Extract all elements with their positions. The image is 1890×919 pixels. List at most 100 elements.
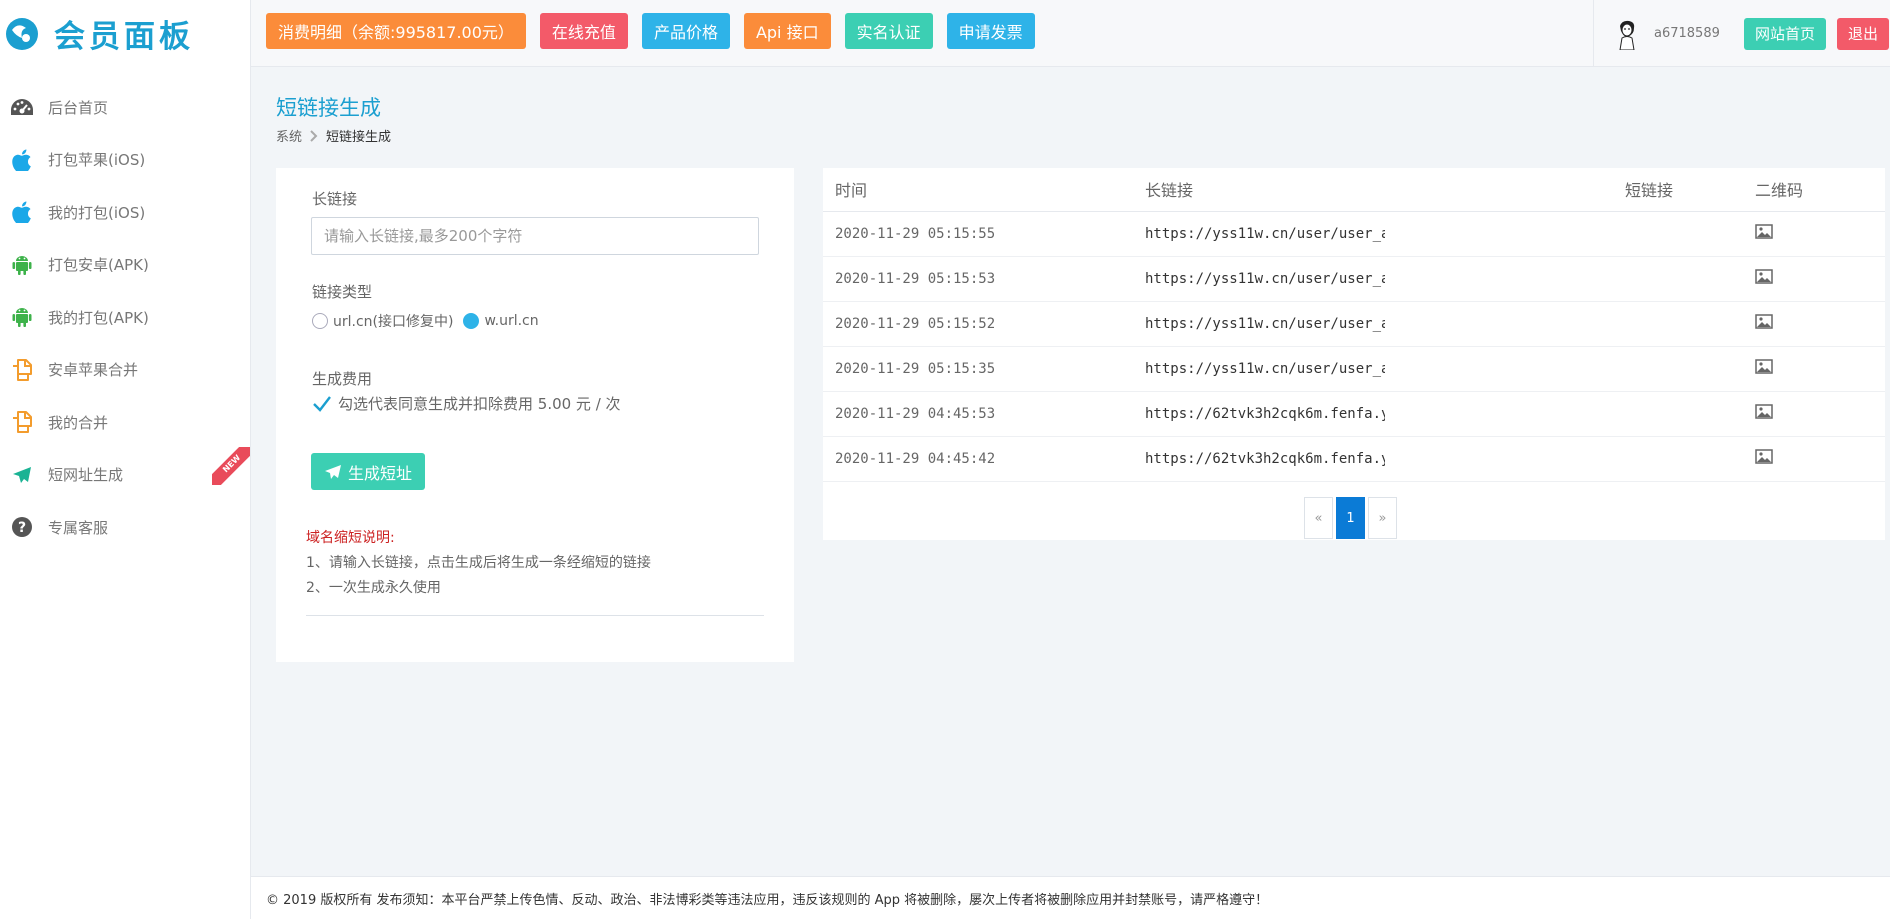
pagination: « 1 » (1304, 497, 1397, 539)
consumption-details-button[interactable]: 消费明细（余额:995817.00元） (266, 13, 526, 49)
short-link-table: 时间 长链接 短链接 二维码 2020-11-29 05:15:55 https:… (823, 168, 1885, 482)
footer: © 2019 版权所有 发布须知：本平台严禁上传色情、反动、政治、非法博彩类等违… (251, 876, 1890, 919)
dashboard-icon (10, 95, 34, 119)
image-icon[interactable] (1755, 404, 1773, 419)
plane-icon (10, 463, 34, 487)
page-title: 短链接生成 (276, 96, 381, 120)
apple-icon (10, 148, 34, 172)
link-type-option-label: w.url.cn (484, 313, 539, 329)
sidebar-item-label: 安卓苹果合并 (48, 361, 139, 380)
sidebar-item-label: 我的打包(iOS) (48, 203, 146, 222)
sidebar-item-short-url[interactable]: 短网址生成 NEW (0, 446, 250, 502)
sidebar-item-my-package-ios[interactable]: 我的打包(iOS) (0, 186, 250, 239)
table-row: 2020-11-29 04:45:53 https://62tvk3h2cqk6m… (823, 391, 1885, 437)
fee-text: 勾选代表同意生成并扣除费用 5.00 元 / 次 (338, 395, 621, 413)
sidebar-item-support[interactable]: ? 专属客服 (0, 501, 250, 554)
cell-qrcode (1755, 256, 1885, 302)
image-icon[interactable] (1755, 314, 1773, 329)
sidebar-item-label: 打包安卓(APK) (48, 256, 149, 275)
long-link-text: https://yss11w.cn/user/user_app (1145, 315, 1385, 332)
product-price-button[interactable]: 产品价格 (641, 13, 730, 49)
topbar-buttons: 消费明细（余额:995817.00元） 在线充值 产品价格 Api 接口 实名认… (266, 13, 1049, 49)
new-badge: NEW (212, 446, 250, 485)
instructions: 域名缩短说明: 1、请输入长链接，点击生成后将生成一条经缩短的链接 2、一次生成… (306, 526, 651, 601)
cell-time: 2020-11-29 05:15:52 (823, 301, 1145, 347)
cell-qrcode (1755, 211, 1885, 257)
cell-short-link (1625, 346, 1755, 392)
breadcrumb-item-system[interactable]: 系统 (276, 126, 302, 145)
brand[interactable]: 会员面板 (0, 0, 250, 67)
image-icon[interactable] (1755, 359, 1773, 374)
sidebar-item-my-package-apk[interactable]: 我的打包(APK) (0, 291, 250, 344)
sidebar: 会员面板 后台首页 打包苹果(iOS) 我的打包(iOS) 打包安卓(APK) (0, 0, 251, 919)
pagination-prev[interactable]: « (1304, 497, 1333, 539)
cell-time: 2020-11-29 05:15:55 (823, 211, 1145, 257)
long-link-text: https://62tvk3h2cqk6m.fenfa.ysss (1145, 405, 1385, 422)
cell-long-link[interactable]: https://62tvk3h2cqk6m.fenfa.ysss (1145, 436, 1625, 482)
sidebar-item-package-apk[interactable]: 打包安卓(APK) (0, 239, 250, 292)
sidebar-item-label: 短网址生成 (48, 466, 124, 485)
cell-short-link (1625, 391, 1755, 437)
question-icon: ? (10, 515, 34, 539)
generate-short-url-button[interactable]: 生成短址 (311, 453, 425, 490)
short-link-table-card: 时间 长链接 短链接 二维码 2020-11-29 05:15:55 https:… (823, 168, 1885, 540)
cell-long-link[interactable]: https://yss11w.cn/user/user_app (1145, 346, 1625, 392)
sidebar-item-label: 专属客服 (48, 518, 109, 537)
pagination-next[interactable]: » (1368, 497, 1397, 539)
android-icon (10, 305, 34, 329)
avatar[interactable] (1614, 17, 1640, 50)
link-type-label: 链接类型 (312, 283, 373, 301)
table-header-row: 时间 长链接 短链接 二维码 (823, 168, 1885, 212)
table-body: 2020-11-29 05:15:55 https://yss11w.cn/use… (823, 211, 1885, 482)
sidebar-item-dashboard[interactable]: 后台首页 (0, 81, 250, 134)
sidebar-item-package-ios[interactable]: 打包苹果(iOS) (0, 134, 250, 187)
cell-qrcode (1755, 346, 1885, 392)
checkmark-icon[interactable] (312, 395, 332, 413)
link-type-option-label: url.cn(接口修复中) (333, 314, 454, 330)
link-type-radio-url-cn[interactable] (312, 313, 328, 329)
cell-qrcode (1755, 436, 1885, 482)
paper-plane-icon (324, 464, 341, 479)
cell-long-link[interactable]: https://yss11w.cn/user/user_app (1145, 256, 1625, 302)
api-button[interactable]: Api 接口 (743, 13, 831, 49)
copy-icon (10, 358, 34, 382)
sidebar-item-merge[interactable]: 安卓苹果合并 (0, 344, 250, 397)
cell-long-link[interactable]: https://yss11w.cn/user/user_app (1145, 211, 1625, 257)
breadcrumb-item-current: 短链接生成 (326, 130, 392, 145)
apple-icon (10, 200, 34, 224)
brand-name: 会员面板 (54, 19, 194, 55)
sidebar-item-my-merge[interactable]: 我的合并 (0, 396, 250, 449)
svg-text:?: ? (18, 520, 26, 536)
cell-long-link[interactable]: https://yss11w.cn/user/user_app (1145, 301, 1625, 347)
online-recharge-button[interactable]: 在线充值 (539, 13, 628, 49)
long-link-label: 长链接 (312, 190, 358, 208)
generate-button-label: 生成短址 (347, 463, 412, 483)
android-icon (10, 253, 34, 277)
long-link-text: https://yss11w.cn/user/user_app (1145, 270, 1385, 287)
image-icon[interactable] (1755, 224, 1773, 239)
link-type-options: url.cn(接口修复中) w.url.cn (312, 311, 549, 331)
cell-qrcode (1755, 391, 1885, 437)
cell-short-link (1625, 301, 1755, 347)
site-home-button[interactable]: 网站首页 (1744, 17, 1827, 50)
link-type-radio-w-url-cn[interactable] (463, 313, 480, 329)
cell-short-link (1625, 436, 1755, 482)
cell-time: 2020-11-29 05:15:35 (823, 346, 1145, 392)
image-icon[interactable] (1755, 449, 1773, 464)
apply-invoice-button[interactable]: 申请发票 (946, 13, 1035, 49)
pagination-page[interactable]: 1 (1336, 497, 1365, 539)
cell-short-link (1625, 211, 1755, 257)
long-link-input[interactable] (311, 217, 759, 255)
sidebar-item-label: 我的打包(APK) (48, 308, 149, 327)
cell-time: 2020-11-29 05:15:53 (823, 256, 1145, 302)
cell-long-link[interactable]: https://62tvk3h2cqk6m.fenfa.ysss (1145, 391, 1625, 437)
real-name-auth-button[interactable]: 实名认证 (844, 13, 933, 49)
image-icon[interactable] (1755, 269, 1773, 284)
copy-icon (10, 410, 34, 434)
logout-button[interactable]: 退出 (1837, 17, 1890, 50)
sidebar-item-label: 我的合并 (48, 413, 109, 432)
fee-label: 生成费用 (312, 370, 373, 388)
table-row: 2020-11-29 05:15:35 https://yss11w.cn/use… (823, 346, 1885, 392)
col-header-qrcode: 二维码 (1755, 168, 1885, 212)
long-link-text: https://yss11w.cn/user/user_app (1145, 360, 1385, 377)
